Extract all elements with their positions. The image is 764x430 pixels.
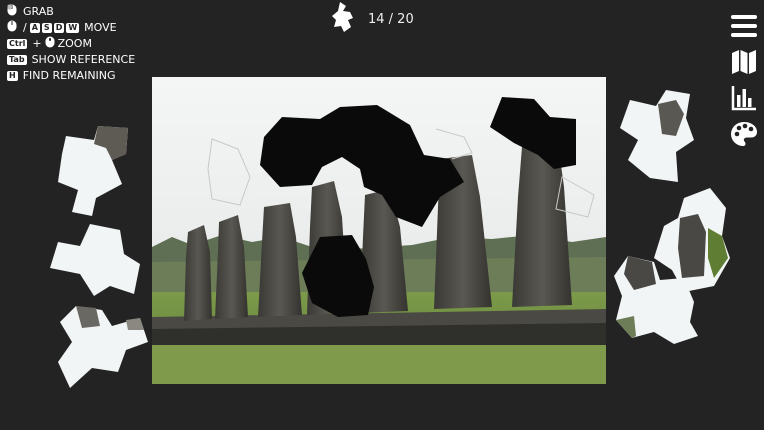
control-find-label: FIND REMAINING: [22, 69, 116, 82]
puzzle-piece[interactable]: [56, 126, 130, 220]
key-h: H: [7, 71, 18, 81]
control-zoom: Ctrl + ZOOM: [7, 36, 135, 52]
palette-button[interactable]: [730, 120, 758, 148]
mouse-icon: [7, 20, 17, 37]
map-button[interactable]: [730, 48, 758, 76]
puzzle-piece[interactable]: [56, 306, 148, 392]
controls-legend: GRAB / A S D W MOVE Ctrl + ZOOM Tab SHOW…: [7, 4, 135, 84]
puzzle-image: [152, 77, 606, 384]
mouse-icon: [7, 4, 17, 21]
control-zoom-label: ZOOM: [57, 37, 92, 50]
puzzle-piece[interactable]: [50, 224, 140, 300]
menu-button[interactable]: [730, 12, 758, 40]
control-grab-label: GRAB: [23, 5, 54, 18]
puzzle-piece[interactable]: [618, 90, 694, 186]
key-tab: Tab: [7, 55, 27, 65]
palette-icon: [731, 122, 757, 146]
control-reference-label: SHOW REFERENCE: [31, 53, 136, 66]
key-s: S: [41, 23, 52, 33]
control-move: / A S D W MOVE: [7, 20, 135, 36]
key-ctrl: Ctrl: [7, 39, 28, 49]
control-zoom-plus: +: [32, 37, 42, 50]
right-toolbar: [730, 12, 758, 148]
key-w: W: [66, 23, 80, 33]
progress-text: 14 / 20: [368, 11, 414, 27]
stats-icon: [731, 86, 756, 111]
mouse-scroll-icon: [45, 36, 55, 53]
stats-button[interactable]: [730, 84, 758, 112]
puzzle-piece[interactable]: [614, 256, 698, 348]
progress-counter: 14 / 20: [332, 2, 414, 36]
control-find: H FIND REMAINING: [7, 68, 135, 84]
puzzle-board[interactable]: [152, 77, 606, 384]
control-move-separator: /: [23, 21, 27, 34]
key-d: D: [53, 23, 65, 33]
puzzle-piece-icon: [332, 2, 354, 36]
map-icon: [732, 50, 756, 74]
key-a: A: [29, 23, 40, 33]
control-move-label: MOVE: [84, 21, 117, 34]
menu-icon: [731, 15, 757, 37]
control-grab: GRAB: [7, 4, 135, 20]
control-reference: Tab SHOW REFERENCE: [7, 52, 135, 68]
